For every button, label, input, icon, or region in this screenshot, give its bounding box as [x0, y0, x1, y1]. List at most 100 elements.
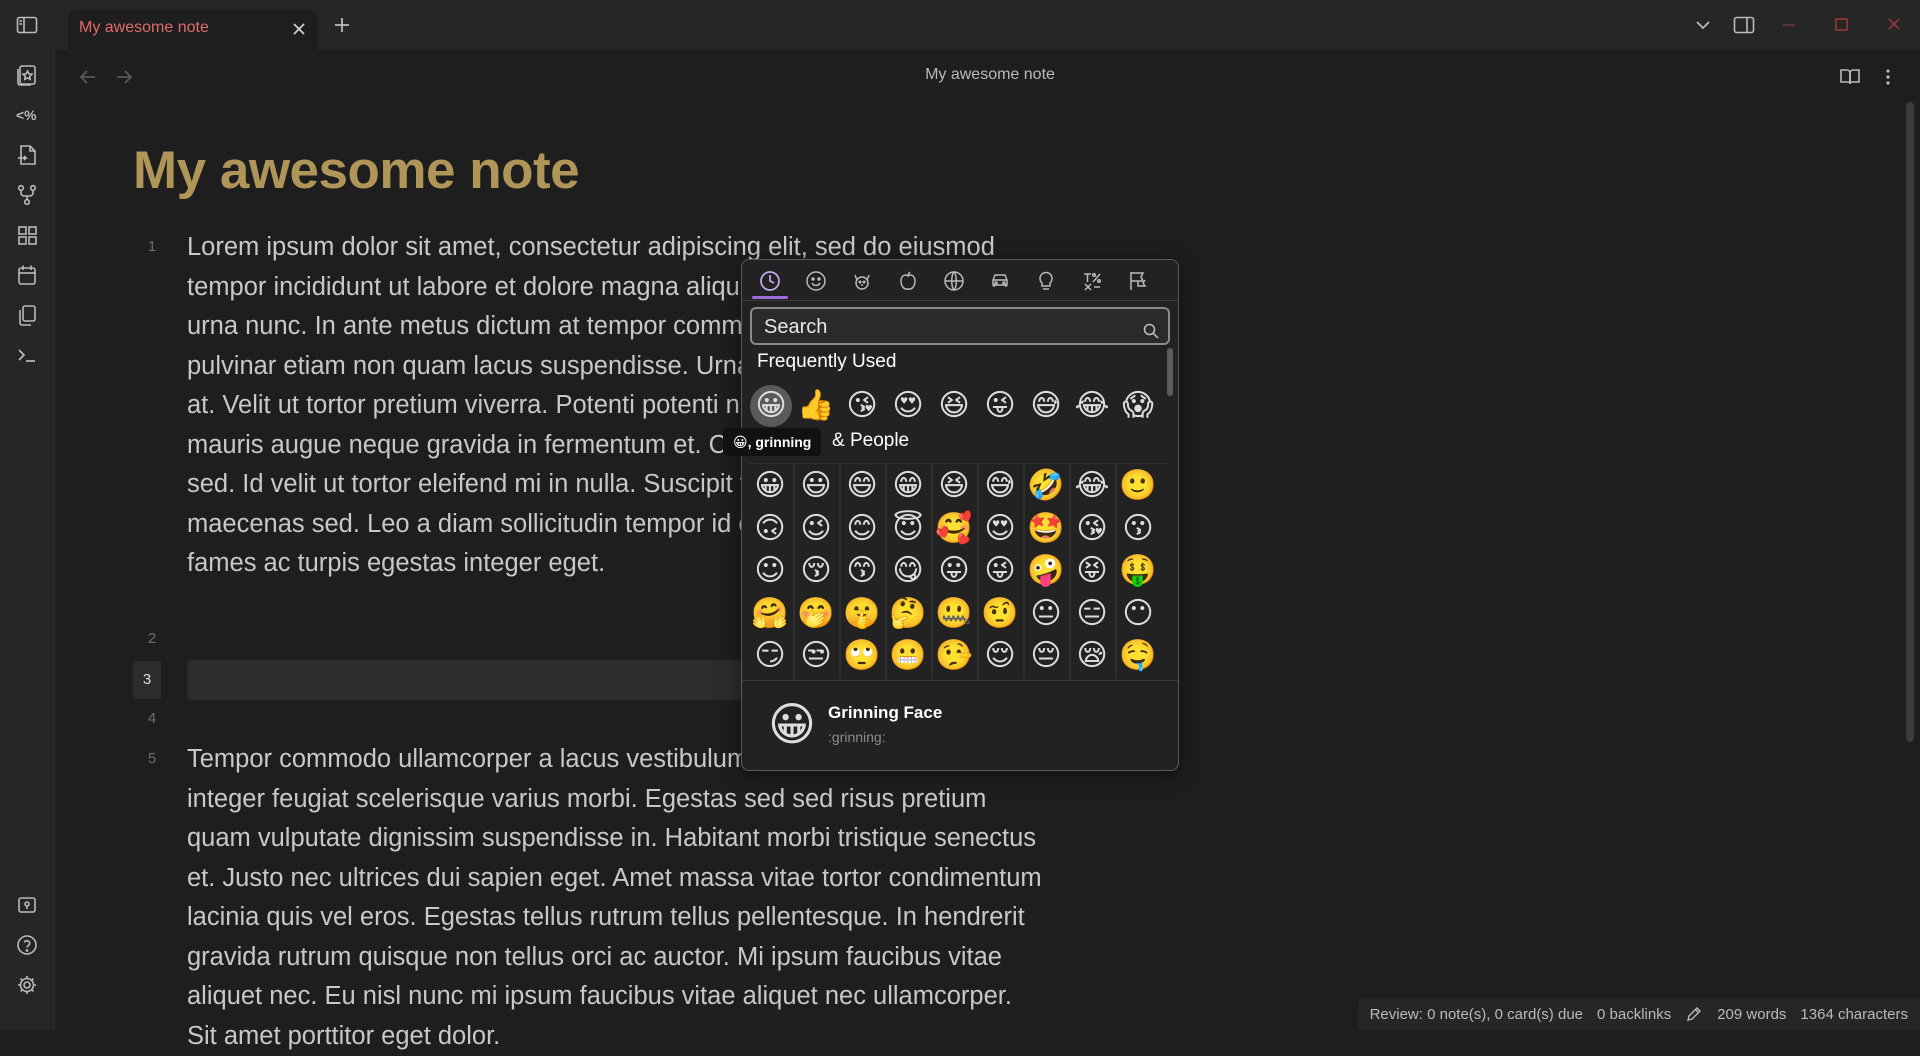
- smiley-emoji[interactable]: 😜: [978, 550, 1022, 592]
- vault-switch-icon[interactable]: [14, 892, 40, 918]
- picker-scrollbar[interactable]: [1167, 348, 1173, 396]
- smiley-emoji[interactable]: 😏: [748, 635, 792, 677]
- smiley-emoji[interactable]: 😍: [978, 508, 1022, 550]
- smileys-category-icon[interactable]: [804, 269, 828, 293]
- symbols-category-icon[interactable]: [1080, 269, 1104, 293]
- smiley-emoji[interactable]: 😇: [886, 508, 930, 550]
- smiley-emoji[interactable]: 😪: [1070, 635, 1114, 677]
- smiley-emoji[interactable]: 😙: [840, 550, 884, 592]
- smiley-emoji[interactable]: 🤑: [1116, 550, 1160, 592]
- paragraph-5[interactable]: Tempor commodo ullamcorper a lacus vesti…: [187, 740, 1047, 1056]
- new-tab-icon[interactable]: [330, 13, 354, 37]
- smiley-emoji[interactable]: 😆: [932, 465, 976, 507]
- smiley-emoji[interactable]: 😛: [932, 550, 976, 592]
- smiley-emoji[interactable]: 😶: [1116, 593, 1160, 635]
- status-backlinks[interactable]: 0 backlinks: [1597, 1006, 1671, 1023]
- smiley-emoji[interactable]: 🤫: [840, 593, 884, 635]
- tab-title: My awesome note: [79, 19, 209, 36]
- smiley-emoji[interactable]: 🤗: [748, 593, 792, 635]
- smiley-emoji[interactable]: 🤔: [886, 593, 930, 635]
- search-icon: [1142, 322, 1160, 340]
- terminal-icon[interactable]: [14, 342, 40, 368]
- minimize-icon[interactable]: [1777, 13, 1801, 37]
- animals-category-icon[interactable]: [850, 269, 874, 293]
- smiley-emoji[interactable]: 🤨: [978, 593, 1022, 635]
- tab-my-awesome-note[interactable]: My awesome note: [68, 10, 318, 50]
- line-number-2: 2: [147, 630, 157, 647]
- frequent-emoji[interactable]: 😘: [840, 385, 884, 427]
- frequent-emoji[interactable]: 😆: [932, 385, 976, 427]
- smiley-emoji[interactable]: 🤣: [1024, 465, 1068, 507]
- flags-category-icon[interactable]: [1126, 269, 1150, 293]
- emoji-search-box[interactable]: [750, 307, 1170, 345]
- review-flashcards-icon[interactable]: [14, 62, 40, 88]
- smiley-emoji[interactable]: 😃: [794, 465, 838, 507]
- travel-category-icon[interactable]: [988, 269, 1012, 293]
- frequent-emoji[interactable]: 👍: [794, 385, 838, 427]
- frequent-emoji[interactable]: 😅: [1024, 385, 1068, 427]
- smiley-emoji[interactable]: 😄: [840, 465, 884, 507]
- pencil-icon[interactable]: [1685, 1005, 1703, 1023]
- food-category-icon[interactable]: [896, 269, 920, 293]
- frequent-emoji[interactable]: 😀: [750, 385, 792, 427]
- smiley-emoji[interactable]: 🤩: [1024, 508, 1068, 550]
- smiley-emoji[interactable]: 🤭: [794, 593, 838, 635]
- svg-text:<%: <%: [16, 107, 37, 123]
- calendar-icon[interactable]: [14, 262, 40, 288]
- view-header-title[interactable]: My awesome note: [55, 66, 1920, 84]
- templater-icon[interactable]: <%: [14, 102, 40, 128]
- sidebar-toggle-icon[interactable]: [15, 13, 39, 37]
- smiley-emoji[interactable]: 😁: [886, 465, 930, 507]
- smiley-emoji[interactable]: 😒: [794, 635, 838, 677]
- smiley-emoji[interactable]: 😐: [1024, 593, 1068, 635]
- smiley-emoji[interactable]: 😬: [886, 635, 930, 677]
- graph-view-icon[interactable]: [14, 182, 40, 208]
- frequent-emoji[interactable]: 😍: [886, 385, 930, 427]
- window-close-icon[interactable]: [1882, 13, 1906, 37]
- file-import-icon[interactable]: [14, 142, 40, 168]
- editor-scrollbar[interactable]: [1906, 102, 1914, 742]
- smiley-emoji[interactable]: 🤐: [932, 593, 976, 635]
- canvas-grid-icon[interactable]: [14, 222, 40, 248]
- emoji-search-input[interactable]: [762, 314, 1126, 340]
- smiley-emoji[interactable]: 😘: [1070, 508, 1114, 550]
- frequent-emoji[interactable]: 😂: [1070, 385, 1114, 427]
- right-sidebar-toggle-icon[interactable]: [1732, 13, 1756, 37]
- smiley-emoji[interactable]: 🥰: [932, 508, 976, 550]
- frequent-emoji[interactable]: 😱: [1116, 385, 1160, 427]
- status-review[interactable]: Review: 0 note(s), 0 card(s) due: [1370, 1006, 1583, 1023]
- smiley-emoji[interactable]: 😋: [886, 550, 930, 592]
- smiley-emoji[interactable]: 🙄: [840, 635, 884, 677]
- activities-category-icon[interactable]: [942, 269, 966, 293]
- smiley-emoji[interactable]: 🤪: [1024, 550, 1068, 592]
- preview-emoji: 😀: [768, 698, 816, 750]
- reading-view-book-icon[interactable]: [1838, 65, 1862, 89]
- smiley-emoji[interactable]: 🙃: [748, 508, 792, 550]
- more-options-icon[interactable]: [1876, 65, 1900, 89]
- smiley-emoji[interactable]: 😗: [1116, 508, 1160, 550]
- chevron-down-icon[interactable]: [1691, 13, 1715, 37]
- smiley-emoji[interactable]: 😊: [840, 508, 884, 550]
- close-icon[interactable]: [290, 20, 308, 38]
- smiley-emoji[interactable]: ☺: [748, 550, 792, 592]
- recent-clock-icon[interactable]: [758, 269, 782, 293]
- smiley-emoji[interactable]: 😌: [978, 635, 1022, 677]
- note-title[interactable]: My awesome note: [133, 140, 580, 201]
- smiley-emoji[interactable]: 😑: [1070, 593, 1114, 635]
- frequent-emoji[interactable]: 😜: [978, 385, 1022, 427]
- objects-bulb-icon[interactable]: [1034, 269, 1058, 293]
- smiley-emoji[interactable]: 😚: [794, 550, 838, 592]
- smiley-emoji[interactable]: 😉: [794, 508, 838, 550]
- smiley-emoji[interactable]: 🤥: [932, 635, 976, 677]
- settings-gear-icon[interactable]: [14, 972, 40, 998]
- help-icon[interactable]: [14, 932, 40, 958]
- smiley-emoji[interactable]: 😔: [1024, 635, 1068, 677]
- copy-files-icon[interactable]: [14, 302, 40, 328]
- smiley-emoji[interactable]: 😝: [1070, 550, 1114, 592]
- maximize-icon[interactable]: [1829, 13, 1853, 37]
- smiley-emoji[interactable]: 😀: [748, 465, 792, 507]
- smiley-emoji[interactable]: 🙂: [1116, 465, 1160, 507]
- smiley-emoji[interactable]: 😅: [978, 465, 1022, 507]
- smiley-emoji[interactable]: 🤤: [1116, 635, 1160, 677]
- smiley-emoji[interactable]: 😂: [1070, 465, 1114, 507]
